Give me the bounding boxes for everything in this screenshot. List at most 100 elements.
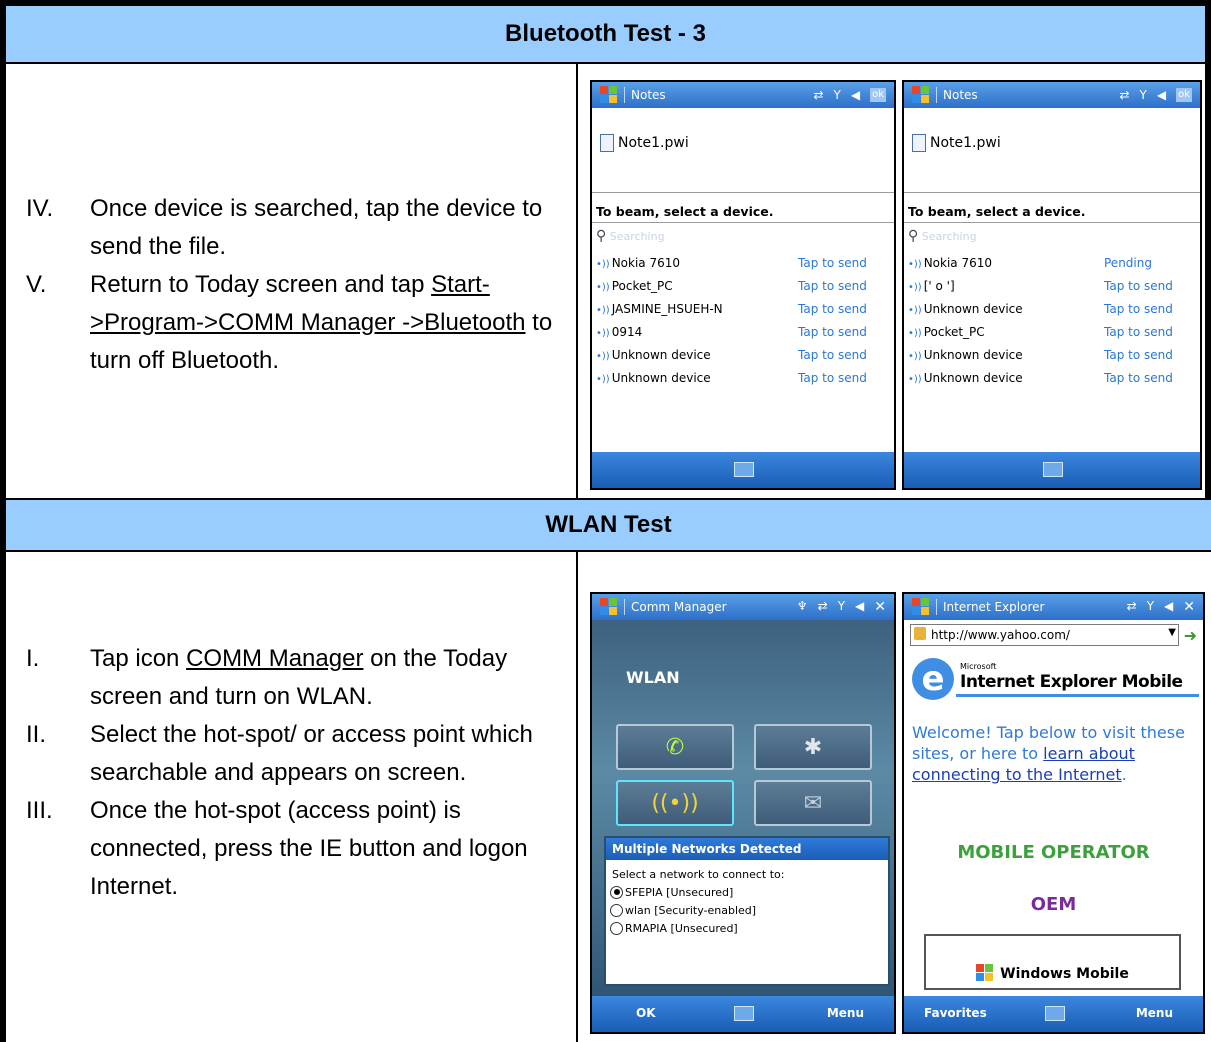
windows-flag-icon [976,964,996,982]
bluetooth-icon: •)) [908,328,922,339]
close-button[interactable]: ✕ [1183,599,1195,615]
device-row[interactable]: •)) JASMINE_HSUEH-N Tap to send [596,302,890,316]
connectivity-icon[interactable]: ⇄ [1127,599,1137,615]
menu-soft-key[interactable]: Menu [1136,1006,1173,1020]
bluetooth-icon: •)) [596,374,610,385]
device-row[interactable]: •)) 0914 Tap to send [596,325,890,339]
antenna-icon[interactable]: ♆ [797,599,808,615]
connectivity-icon[interactable]: ⇄ [1119,88,1129,102]
signal-icon[interactable]: Y [838,599,845,615]
step-number: II. [26,721,47,748]
ok-button[interactable]: ok [870,88,886,102]
connectivity-icon[interactable]: ⇄ [813,88,823,102]
column-divider [576,62,578,498]
notes-screen-2: Notes ⇄ Y ◀ ok Note1.pwi To beam, select… [902,80,1202,490]
device-row[interactable]: •)) Unknown device Tap to send [908,348,1196,362]
bluetooth-steps: IV. Once device is searched, tap the dev… [26,190,566,380]
windows-start-icon[interactable] [912,598,930,616]
phone-toggle-button[interactable]: ✆ [616,724,734,770]
volume-icon[interactable]: ◀ [1164,599,1173,615]
title-bar: Notes ⇄ Y ◀ ok [592,82,894,108]
volume-icon[interactable]: ◀ [855,599,864,615]
bluetooth-icon: ✱ [803,734,823,760]
panel-heading: WLAN [626,668,680,687]
volume-icon[interactable]: ◀ [851,88,860,102]
step-number: IV. [26,195,54,222]
step-item: III. Once the hot-spot (access point) is… [26,792,566,906]
file-item[interactable]: Note1.pwi [600,134,689,152]
keyboard-icon[interactable] [1043,462,1063,477]
dialog-title: Multiple Networks Detected [606,838,888,860]
searching-label: ⚲ Searching [596,228,665,244]
volume-icon[interactable]: ◀ [1157,88,1166,102]
favorites-soft-key[interactable]: Favorites [924,1006,987,1020]
step-item: I. Tap icon COMM Manager on the Today sc… [26,640,566,716]
ok-button[interactable]: ok [1176,88,1192,102]
device-row[interactable]: •)) Unknown device Tap to send [908,302,1196,316]
searching-label: ⚲ Searching [908,228,977,244]
keyboard-icon[interactable] [1044,1006,1065,1021]
bluetooth-icon: •)) [596,328,610,339]
ok-soft-key[interactable]: OK [636,1006,656,1020]
message-toggle-button[interactable]: ✉ [754,780,872,826]
address-bar[interactable]: http://www.yahoo.com/ ▼ [910,624,1179,646]
comm-manager-panel: WLAN ✆ ✱ ((•)) ✉ Multiple Networks Detec… [592,620,894,996]
brand-name: Internet Explorer Mobile [960,672,1183,692]
connectivity-icon[interactable]: ⇄ [818,599,828,615]
signal-icon[interactable]: Y [834,88,841,102]
device-row[interactable]: •)) Pocket_PC Tap to send [908,325,1196,339]
device-row[interactable]: •)) Pocket_PC Tap to send [596,279,890,293]
menu-soft-key[interactable]: Menu [827,1006,864,1020]
keyboard-icon[interactable] [734,1006,754,1021]
file-item[interactable]: Note1.pwi [912,134,1001,152]
soft-key-bar [904,452,1200,488]
network-option[interactable]: wlan [Security-enabled] [606,901,888,919]
file-name: Note1.pwi [930,135,1001,151]
dialog-prompt: Select a network to connect to: [612,868,785,881]
bluetooth-icon: •)) [908,282,922,293]
bluetooth-icon: •)) [596,282,610,293]
url-text: http://www.yahoo.com/ [931,628,1070,642]
windows-start-icon[interactable] [600,86,618,104]
envelope-icon: ✉ [803,790,823,816]
network-dialog: Multiple Networks Detected Select a netw… [604,836,890,986]
ie-brand-banner: e Microsoft Internet Explorer Mobile [908,654,1199,706]
device-row[interactable]: •)) Nokia 7610 Pending [908,256,1196,270]
soft-key-bar [592,452,894,488]
network-option[interactable]: RMAPIA [Unsecured] [606,919,888,937]
signal-icon[interactable]: Y [1147,599,1154,615]
windows-start-icon[interactable] [912,86,930,104]
device-row[interactable]: •)) [' o '] Tap to send [908,279,1196,293]
step-number: V. [26,271,47,298]
section-title: Bluetooth Test - 3 [505,20,706,47]
keyboard-icon[interactable] [734,462,754,477]
column-divider [576,552,578,1042]
app-title: Internet Explorer [943,600,1045,614]
step-item: IV. Once device is searched, tap the dev… [26,190,566,266]
oem-link[interactable]: OEM [904,894,1203,915]
device-row[interactable]: •)) Unknown device Tap to send [596,371,890,385]
comm-manager-link[interactable]: COMM Manager [186,645,363,672]
signal-icon[interactable]: Y [1140,88,1147,102]
device-row[interactable]: •)) Unknown device Tap to send [908,371,1196,385]
mobile-operator-link[interactable]: MOBILE OPERATOR [904,842,1203,863]
device-row[interactable]: •)) Nokia 7610 Tap to send [596,256,890,270]
device-row[interactable]: •)) Unknown device Tap to send [596,348,890,362]
step-text-part: Tap icon [90,645,187,672]
soft-key-bar: Favorites Menu [904,996,1203,1032]
go-arrow-icon[interactable]: ➜ [1184,626,1197,645]
bluetooth-toggle-button[interactable]: ✱ [754,724,872,770]
close-button[interactable]: ✕ [874,599,886,615]
wlan-toggle-button[interactable]: ((•)) [616,780,734,826]
windows-mobile-link[interactable]: Windows Mobile [924,934,1181,990]
section-header-bluetooth: Bluetooth Test - 3 [6,6,1205,62]
windows-start-icon[interactable] [600,598,618,616]
app-title: Notes [631,88,666,102]
radio-icon [610,921,623,935]
chevron-down-icon[interactable]: ▼ [1168,627,1176,638]
app-title: Comm Manager [631,600,727,614]
bluetooth-icon: •)) [596,305,610,316]
section-header-wlan: WLAN Test [6,500,1211,550]
soft-key-bar: OK Menu [592,996,894,1032]
network-option[interactable]: SFEPIA [Unsecured] [606,883,888,901]
